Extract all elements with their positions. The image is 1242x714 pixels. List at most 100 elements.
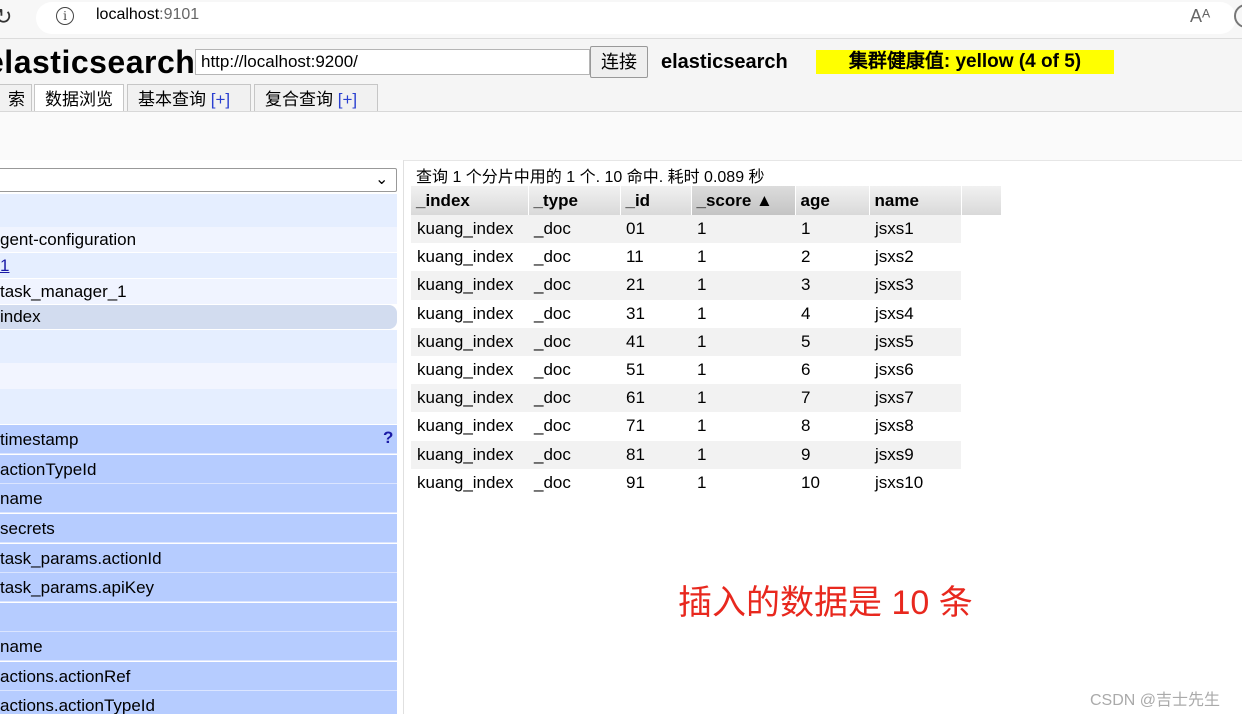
sidebar-field-item[interactable]: timestamp (0, 425, 397, 454)
column-header-filler (961, 186, 1002, 215)
cell-name: jsxs8 (869, 412, 961, 441)
sidebar-field-item[interactable]: secrets (0, 514, 397, 543)
cell-score: 1 (691, 468, 795, 497)
sidebar-section-header (0, 194, 397, 227)
index-select[interactable]: ⌄ (0, 168, 397, 192)
sidebar-field-item[interactable]: name (0, 632, 397, 661)
cell-filler (961, 299, 1001, 328)
field-label: timestamp (0, 430, 79, 449)
sidebar-index-item[interactable]: gent-configuration (0, 227, 397, 252)
cell-filler (961, 468, 1001, 497)
cell-index: kuang_index (411, 215, 528, 244)
tab-label: 数据浏览 (45, 90, 113, 109)
column-header-age[interactable]: age (795, 186, 870, 215)
column-header-name[interactable]: name (869, 186, 962, 215)
cell-age: 2 (795, 243, 869, 272)
table-row[interactable]: kuang_index _doc 31 1 4 jsxs4 (411, 299, 1001, 328)
sidebar-index-item[interactable]: task_manager_1 (0, 279, 397, 304)
cell-index: kuang_index (411, 468, 528, 497)
cell-age: 1 (795, 215, 869, 244)
connect-button[interactable]: 连接 (590, 46, 648, 78)
sidebar: ⌄ gent-configuration 1 task_manager_1 in… (0, 160, 404, 714)
address-url[interactable]: localhost:9101 (96, 6, 199, 24)
sidebar-field-item[interactable]: task_params.actionId (0, 544, 397, 573)
cell-age: 6 (795, 355, 869, 385)
cell-age: 5 (795, 327, 869, 356)
cell-filler (961, 243, 1001, 272)
tab-basic-query[interactable]: 基本查询 [+] (127, 84, 251, 112)
cell-score: 1 (691, 355, 795, 385)
cell-filler (961, 384, 1001, 413)
address-bar[interactable] (36, 2, 1236, 34)
sidebar-section-header (0, 389, 397, 424)
cell-id: 11 (620, 243, 691, 272)
sidebar-field-item[interactable]: task_params.apiKey (0, 573, 397, 602)
sidebar-field-item[interactable]: actionTypeId (0, 455, 397, 484)
cell-age: 4 (795, 299, 869, 328)
sidebar-field-item[interactable] (0, 603, 397, 632)
cell-score: 1 (691, 299, 795, 328)
column-header-id[interactable]: _id (620, 186, 692, 215)
watermark: CSDN @吉士先生 (1090, 692, 1221, 709)
column-header-type[interactable]: _type (528, 186, 621, 215)
column-header-score[interactable]: _score ▲ (691, 186, 796, 215)
reload-icon[interactable]: ↻ (0, 4, 12, 30)
tab-data-browser[interactable]: 数据浏览 (34, 84, 124, 113)
cell-index: kuang_index (411, 355, 528, 385)
cell-type: _doc (528, 355, 620, 385)
tab-label: 基本查询 (138, 90, 211, 109)
table-row[interactable]: kuang_index _doc 51 1 6 jsxs6 (411, 355, 1001, 385)
sidebar-index-item[interactable]: 1 (0, 253, 397, 278)
cell-age: 10 (795, 468, 869, 497)
read-aloud-icon[interactable]: Aᴬ (1190, 6, 1210, 27)
table-row[interactable]: kuang_index _doc 61 1 7 jsxs7 (411, 384, 1001, 413)
cell-name: jsxs6 (869, 355, 961, 385)
sidebar-field-item[interactable]: actions.actionTypeId (0, 691, 397, 714)
cell-score: 1 (691, 327, 795, 356)
cell-filler (961, 440, 1001, 469)
tab-plus: [+] (210, 90, 231, 109)
cell-index: kuang_index (411, 327, 528, 356)
table-row[interactable]: kuang_index _doc 91 1 10 jsxs10 (411, 468, 1001, 497)
cell-id: 71 (620, 412, 691, 441)
cell-index: kuang_index (411, 271, 528, 300)
tab-toolbar-strip (0, 111, 1242, 161)
site-info-icon[interactable]: i (56, 7, 74, 25)
cell-type: _doc (528, 327, 620, 356)
sidebar-index-item-selected[interactable]: index (0, 305, 397, 329)
column-header-index[interactable]: _index (411, 186, 529, 215)
results-body: kuang_index _doc 01 1 1 jsxs1 kuang_index _doc 1… (411, 215, 1001, 497)
cell-id: 61 (620, 384, 691, 413)
table-row[interactable]: kuang_index _doc 01 1 1 jsxs1 (411, 215, 1001, 244)
cell-index: kuang_index (411, 299, 528, 328)
cell-name: jsxs5 (869, 327, 961, 356)
cell-age: 8 (795, 412, 869, 441)
cell-age: 9 (795, 440, 869, 469)
cell-age: 7 (795, 384, 869, 413)
sidebar-field-item[interactable]: actions.actionRef (0, 662, 397, 691)
cluster-health-badge: 集群健康值: yellow (4 of 5) (816, 50, 1114, 74)
cell-id: 01 (620, 215, 691, 244)
table-row[interactable]: kuang_index _doc 41 1 5 jsxs5 (411, 327, 1001, 356)
table-header-row: _index _type _id _score ▲ age name (411, 186, 1002, 215)
table-row[interactable]: kuang_index _doc 21 1 3 jsxs3 (411, 271, 1001, 300)
server-url-input[interactable] (195, 49, 590, 75)
table-row[interactable]: kuang_index _doc 71 1 8 jsxs8 (411, 412, 1001, 441)
help-icon[interactable]: ? (383, 428, 393, 448)
cell-id: 21 (620, 271, 691, 300)
table-row[interactable]: kuang_index _doc 11 1 2 jsxs2 (411, 243, 1001, 272)
app-title: elasticsearch (0, 44, 196, 80)
tab-index[interactable]: 索引 (0, 84, 32, 139)
results-summary: 查询 1 个分片中用的 1 个. 10 命中. 耗时 0.089 秒 (416, 169, 765, 186)
url-port: :9101 (159, 6, 200, 23)
cell-id: 51 (620, 355, 691, 385)
tab-complex-query[interactable]: 复合查询 [+] (254, 84, 378, 112)
sidebar-field-item[interactable]: name (0, 484, 397, 513)
sidebar-spacer (0, 330, 397, 363)
cell-filler (961, 412, 1001, 441)
cell-type: _doc (528, 299, 620, 328)
cell-id: 31 (620, 299, 691, 328)
cell-type: _doc (528, 243, 620, 272)
table-row[interactable]: kuang_index _doc 81 1 9 jsxs9 (411, 440, 1001, 469)
tab-label: 复合查询 (265, 90, 338, 109)
